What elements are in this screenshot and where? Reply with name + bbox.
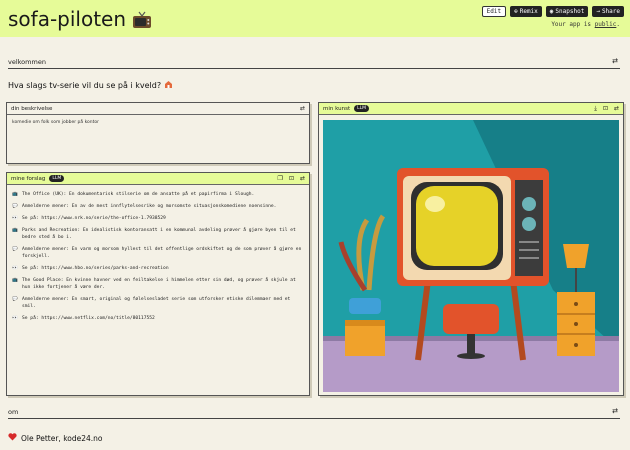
tv-icon: 📺 <box>12 278 18 283</box>
download-icon[interactable]: ⤓ <box>594 105 597 113</box>
heart-icon <box>8 433 17 443</box>
suggestion-text[interactable]: Se på: https://www.netflix.com/no/title/… <box>22 315 155 322</box>
speech-icon: 💬 <box>12 297 18 302</box>
tv-icon: 📺 <box>12 228 18 233</box>
camera-icon: ◉ <box>549 8 554 15</box>
description-input[interactable]: komedie om folk som jobber på kontor <box>7 115 309 130</box>
app-title: sofa-piloten <box>8 7 152 31</box>
speech-icon: 💬 <box>12 247 18 252</box>
tv-icon <box>132 10 152 28</box>
suggestion-text[interactable]: Se på: https://www.nrk.no/serie/the-offi… <box>22 215 166 222</box>
suggestions-card: mine forslag LLM ❐ ⊡ ⇄ 📺 The Office (UK):… <box>6 172 310 396</box>
sliders-icon[interactable]: ⇄ <box>300 175 305 182</box>
suggestion-line: 💬 Anmeldernе mener: En varm og morsom hyl… <box>12 246 304 260</box>
suggestion-line: 👀 Se på: https://www.nrk.no/serie/the-off… <box>12 215 304 222</box>
tv-icon: 📺 <box>12 192 18 197</box>
eyes-icon: 👀 <box>12 266 18 271</box>
house-icon <box>164 81 173 90</box>
suggestion-text: The Office (UK): En dokumentarisk stilse… <box>22 192 255 197</box>
suggestion-text: Anmeldernе mener: En av de mest innflyte… <box>22 204 277 209</box>
suggestion-text: Anmeldernе mener: En varm og morsom hyll… <box>22 247 302 259</box>
suggestion-line: 📺 The Good Place: En kvinne havner ved en… <box>12 277 304 291</box>
sliders-icon[interactable]: ⇄ <box>612 407 618 415</box>
suggestion-text: Anmeldernе mener: En smart, original og … <box>22 297 291 309</box>
suggestion-line: 💬 Anmeldernе mener: En av de mest innflyt… <box>12 203 304 210</box>
suggestion-text: Parks and Recreation: En idealistisk kon… <box>22 228 296 240</box>
suggestion-line: 💬 Anmeldernе mener: En smart, original og… <box>12 296 304 310</box>
sliders-icon[interactable]: ⇄ <box>614 105 619 113</box>
save-icon[interactable]: ⊡ <box>603 105 608 113</box>
suggestion-text[interactable]: Se på: https://www.hbo.no/series/parks-a… <box>22 265 169 272</box>
eyes-icon: 👀 <box>12 316 18 321</box>
welcome-question: Hva slags tv-serie vil du se på i kveld? <box>8 80 173 90</box>
section-welcome: velkommen ⇄ <box>8 57 620 69</box>
snapshot-button[interactable]: ◉ Snapshot <box>545 6 589 17</box>
suggestion-line: 👀 Se på: https://www.hbo.no/series/parks-… <box>12 265 304 272</box>
section-about: om ⇄ <box>8 407 620 419</box>
llm-badge: LLM <box>49 175 65 182</box>
share-button[interactable]: → Share <box>592 6 624 17</box>
description-card: din beskrivelse ⇄ komedie om folk som jo… <box>6 102 310 164</box>
generated-art-image <box>323 120 619 392</box>
art-card-header: min kunst LLM ⤓ ⊡ ⇄ <box>319 103 623 115</box>
suggestion-line: 📺 The Office (UK): En dokumentarisk stils… <box>12 191 304 198</box>
suggestions-list: 📺 The Office (UK): En dokumentarisk stils… <box>7 185 309 333</box>
remix-icon: ⊕ <box>514 8 518 15</box>
public-status: Your app is public. <box>551 21 620 28</box>
sliders-icon[interactable]: ⇄ <box>300 105 305 112</box>
save-icon[interactable]: ⊡ <box>289 175 294 182</box>
about-credit: Ole Petter, kode24.no <box>8 433 103 443</box>
public-link[interactable]: public <box>595 21 617 28</box>
llm-badge: LLM <box>354 105 370 112</box>
art-card: min kunst LLM ⤓ ⊡ ⇄ <box>318 102 624 396</box>
speech-icon: 💬 <box>12 204 18 209</box>
suggestion-line: 👀 Se på: https://www.netflix.com/no/title… <box>12 315 304 322</box>
suggestions-card-header: mine forslag LLM ❐ ⊡ ⇄ <box>7 173 309 185</box>
remix-button[interactable]: ⊕ Remix <box>510 6 542 17</box>
sliders-icon[interactable]: ⇄ <box>612 57 618 65</box>
description-card-header: din beskrivelse ⇄ <box>7 103 309 115</box>
copy-icon[interactable]: ❐ <box>278 175 283 182</box>
app-header: sofa-piloten Edit ⊕ Remix ◉ Snapshot → Shar… <box>0 0 630 37</box>
eyes-icon: 👀 <box>12 216 18 221</box>
suggestion-line: 📺 Parks and Recreation: En idealistisk ko… <box>12 227 304 241</box>
arrow-right-icon: → <box>596 8 600 15</box>
suggestion-text: The Good Place: En kvinne havner ved en … <box>22 278 296 290</box>
edit-button[interactable]: Edit <box>481 6 507 17</box>
